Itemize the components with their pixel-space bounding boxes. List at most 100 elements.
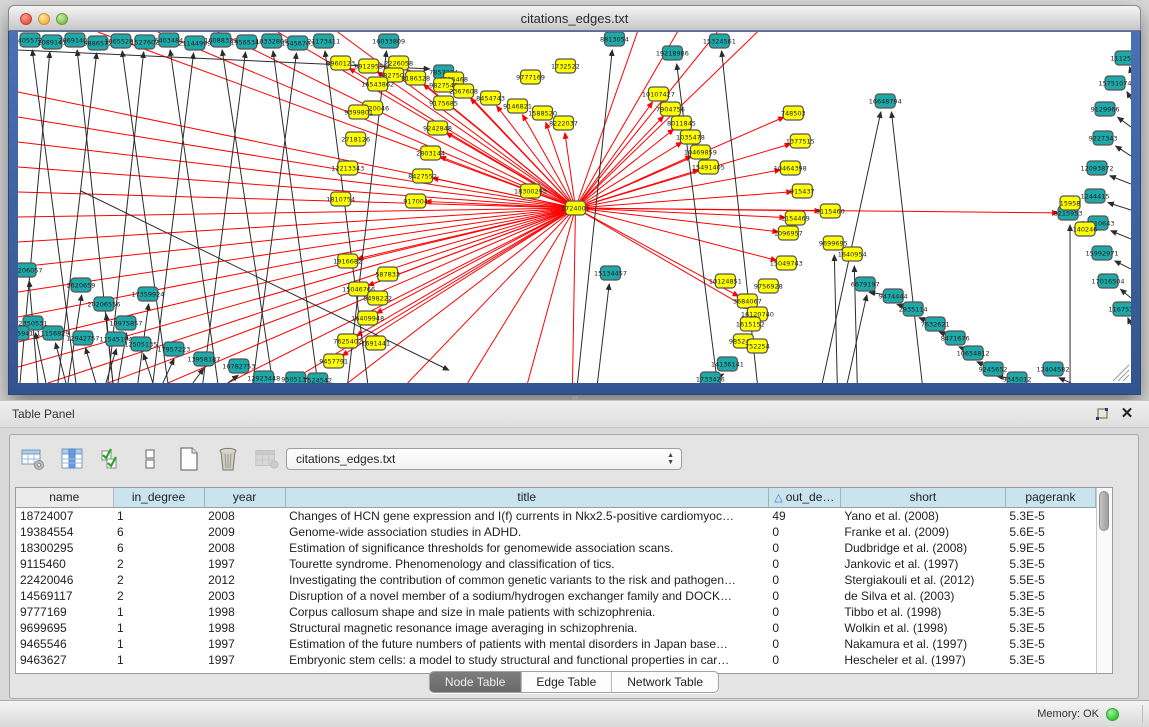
graph-node[interactable]: 12093872 (1081, 161, 1114, 175)
table-row[interactable]: 1938455462009Genome-wide association stu… (16, 524, 1096, 540)
delete-icon[interactable] (215, 446, 241, 472)
canvas-resize-grip[interactable] (1113, 365, 1129, 381)
graph-node[interactable]: 16648794 (869, 94, 902, 108)
graph-node[interactable]: 1691441 (361, 336, 390, 350)
graph-edge[interactable] (193, 369, 204, 383)
graph-edge[interactable] (1127, 92, 1131, 99)
graph-node[interactable]: 9175685 (429, 96, 458, 110)
graph-edge[interactable] (18, 208, 575, 217)
close-panel-icon[interactable]: ✕ (1119, 405, 1135, 423)
graph-node[interactable]: 12942757 (66, 331, 99, 345)
graph-node[interactable]: 9756928 (754, 279, 783, 293)
network-canvas[interactable]: 2405572420891412069140698865721065528715… (18, 32, 1131, 383)
table-row[interactable]: 2242004622012Investigating the contribut… (16, 572, 1096, 588)
network-canvas-svg[interactable]: 2405572420891412069140698865721065528715… (18, 32, 1131, 383)
table-scrollbar-thumb[interactable] (1099, 491, 1109, 531)
graph-node[interactable]: 7524542 (303, 373, 332, 383)
graph-node[interactable]: 915437 (790, 184, 815, 198)
graph-edge[interactable] (1110, 176, 1131, 184)
graph-edge[interactable] (1130, 67, 1131, 72)
graph-node[interactable]: 1096957 (774, 226, 803, 240)
graph-edge[interactable] (1108, 203, 1131, 210)
graph-node[interactable]: 15958 (1060, 196, 1081, 210)
graph-edge[interactable] (86, 348, 96, 383)
graph-edge[interactable] (170, 50, 218, 383)
graph-edge[interactable] (325, 51, 368, 383)
float-panel-icon[interactable] (1094, 407, 1109, 422)
graph-node[interactable]: 1724001 (561, 201, 590, 215)
graph-node[interactable]: 1732522 (551, 59, 580, 73)
graph-node[interactable]: 9777169 (516, 70, 545, 84)
graph-node[interactable]: 8498222 (363, 291, 392, 305)
graph-node[interactable]: 15324561 (703, 34, 736, 48)
table-row[interactable]: 969969511998Structural magnetic resonanc… (16, 620, 1096, 636)
graph-node[interactable]: 7904756 (656, 102, 685, 116)
graph-node[interactable]: 16782753 (222, 359, 255, 373)
graph-edge[interactable] (575, 32, 717, 208)
table-row[interactable]: 1456911722003Disruption of a novel membe… (16, 588, 1096, 604)
column-header-name[interactable]: name (16, 488, 113, 507)
graph-node[interactable]: 15992971 (1086, 246, 1119, 260)
column-header-title[interactable]: title (285, 488, 768, 507)
graph-edge[interactable] (1116, 146, 1131, 156)
tab-edge-table[interactable]: Edge Table (521, 672, 612, 692)
graph-node[interactable]: 748503 (781, 106, 806, 120)
graph-node[interactable]: 1167533 (1109, 302, 1131, 316)
graph-node[interactable]: 587833 (375, 267, 400, 281)
graph-node[interactable]: 1916682 (333, 254, 362, 268)
graph-edge[interactable] (891, 112, 922, 383)
graph-edge[interactable] (722, 51, 758, 383)
graph-edge[interactable] (377, 208, 576, 313)
tab-network-table[interactable]: Network Table (612, 672, 718, 692)
graph-node[interactable]: 15134457 (594, 266, 627, 280)
graph-node[interactable]: 12923448 (247, 371, 280, 383)
table-row[interactable]: 977716911998Corpus callosum shape and si… (16, 604, 1096, 620)
graph-node[interactable]: 8813054 (600, 32, 629, 46)
graph-node[interactable]: 6679197 (851, 277, 880, 291)
table-source-dropdown[interactable]: citations_edges.txt ▲▼ (286, 448, 682, 470)
column-header-short[interactable]: short (840, 488, 1005, 507)
table-settings-icon[interactable] (20, 446, 46, 472)
graph-node[interactable]: 9245652 (979, 362, 1008, 376)
graph-node[interactable]: 9129966 (1091, 102, 1120, 116)
column-visibility-icon[interactable] (59, 446, 85, 472)
window-titlebar[interactable]: citations_edges.txt (8, 5, 1141, 31)
graph-node[interactable]: 15751074 (1099, 76, 1131, 90)
graph-node[interactable]: 1810754 (326, 192, 355, 206)
graph-edge[interactable] (408, 208, 576, 383)
graph-edge[interactable] (253, 53, 297, 383)
graph-node[interactable]: 2803144 (416, 146, 445, 160)
graph-edge[interactable] (153, 53, 194, 383)
graph-edge[interactable] (203, 52, 246, 383)
graph-node[interactable]: 2367608 (449, 84, 478, 98)
column-header-pagerank[interactable]: pagerank (1005, 488, 1095, 507)
graph-node[interactable]: 9227343 (1089, 131, 1118, 145)
graph-node[interactable]: 2935114 (899, 302, 928, 316)
graph-node[interactable]: 10464398 (774, 161, 807, 175)
graph-node[interactable]: 2718126 (341, 132, 370, 146)
graph-node[interactable]: 9242848 (423, 121, 452, 135)
graph-node[interactable]: 1733426 (696, 372, 725, 383)
graph-edge[interactable] (1111, 231, 1131, 239)
graph-node[interactable]: 8186328 (401, 71, 430, 85)
graph-node[interactable]: 7632621 (921, 317, 950, 331)
graph-edge[interactable] (222, 50, 273, 383)
table-row[interactable]: 1830029562008Estimation of significance … (16, 540, 1096, 556)
graph-node[interactable]: 17016504 (1092, 274, 1125, 288)
graph-node[interactable]: 9115460 (816, 204, 845, 218)
graph-edge[interactable] (18, 142, 575, 208)
graph-node[interactable]: 8222037 (549, 116, 578, 130)
graph-node[interactable]: 2620659 (67, 278, 96, 292)
graph-edge[interactable] (575, 208, 748, 309)
tab-node-table[interactable]: Node Table (430, 672, 522, 692)
graph-node[interactable]: 1154469 (781, 211, 810, 225)
graph-node[interactable]: 917004 (403, 194, 428, 208)
graph-node[interactable]: 9457791 (319, 354, 348, 368)
graph-node[interactable]: 1615152 (736, 317, 765, 331)
select-all-checks-icon[interactable] (98, 446, 124, 472)
graph-node[interactable]: 1244415 (1081, 189, 1110, 203)
graph-node[interactable]: 8960123 (326, 56, 355, 70)
table-row[interactable]: 911546021997Tourette syndrome. Phenomeno… (16, 556, 1096, 572)
graph-node[interactable]: 1035478 (676, 130, 705, 144)
graph-node[interactable]: 10124851 (709, 274, 742, 288)
